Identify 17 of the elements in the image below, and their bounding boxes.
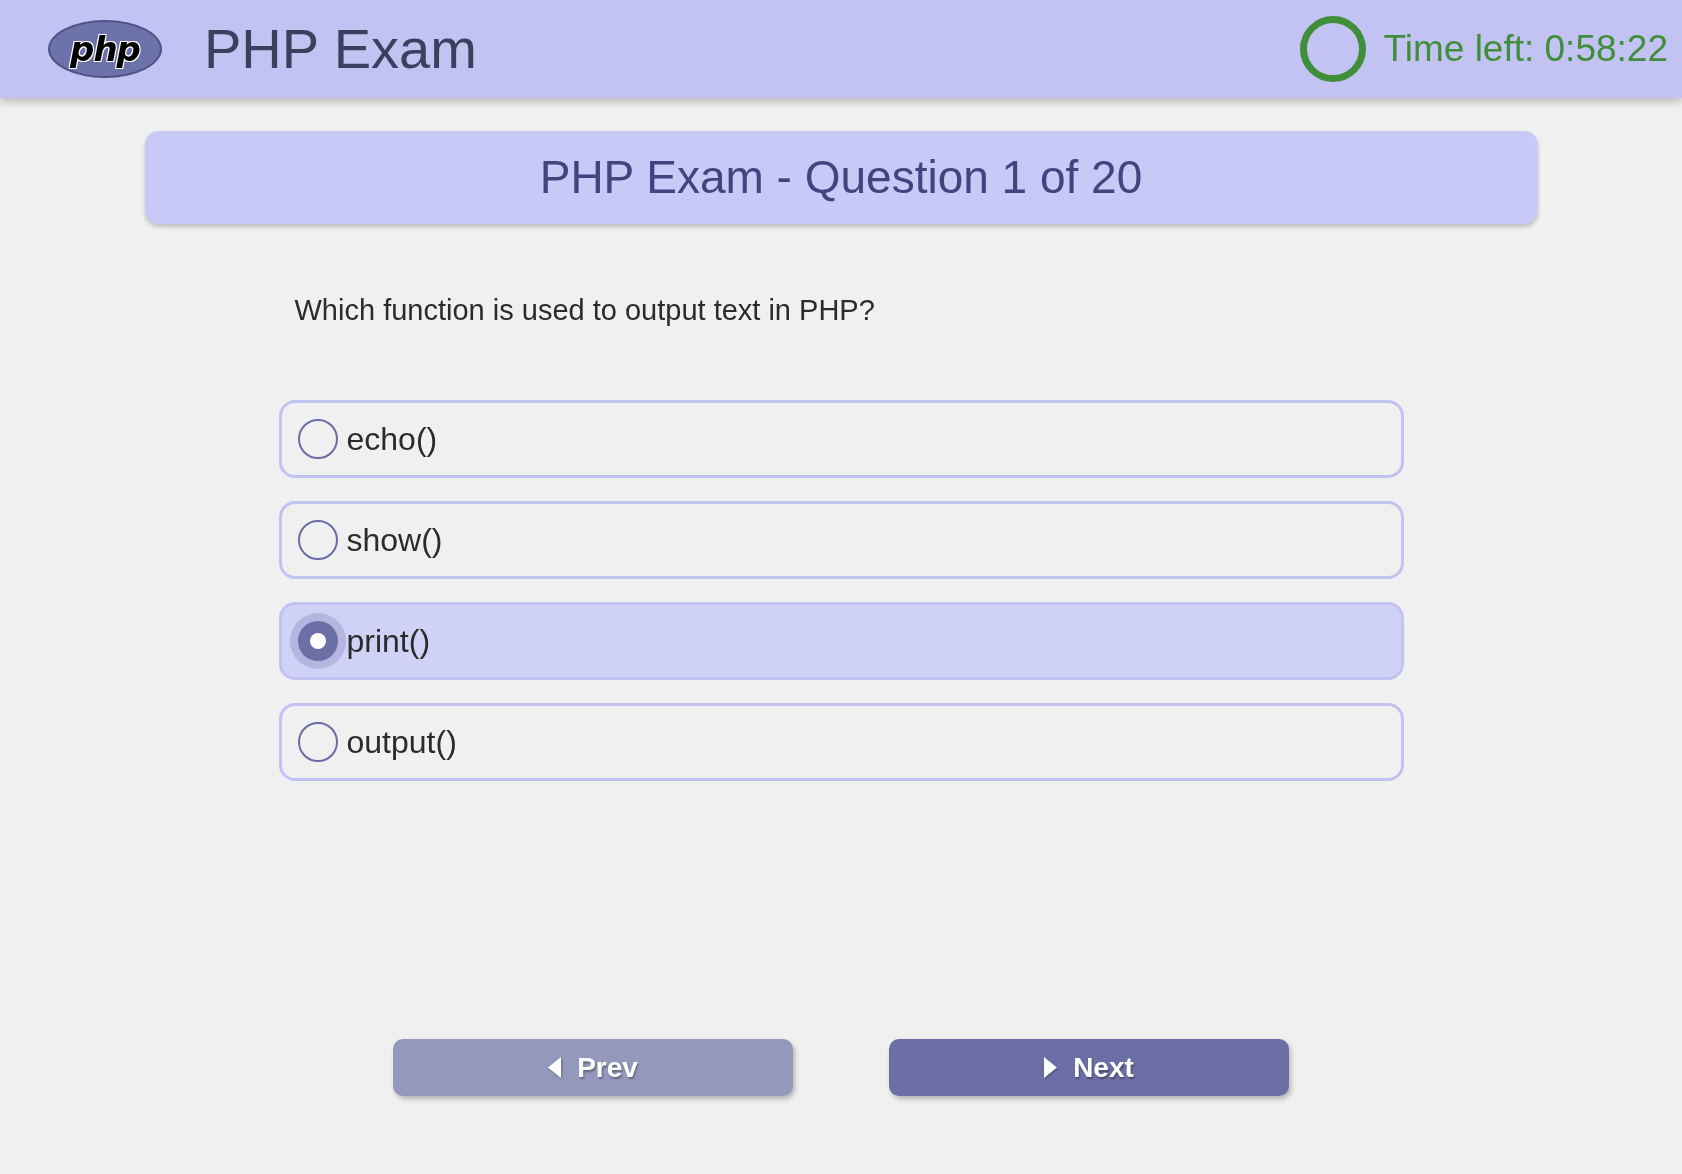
time-left-text: Time left: 0:58:22 bbox=[1383, 28, 1668, 70]
next-button[interactable]: Next bbox=[889, 1039, 1289, 1096]
logo: php bbox=[48, 20, 162, 78]
answer-option[interactable]: echo() bbox=[278, 400, 1404, 478]
answer-option[interactable]: print() bbox=[278, 602, 1404, 680]
radio-button-icon[interactable] bbox=[289, 613, 346, 669]
app-title: PHP Exam bbox=[204, 21, 477, 77]
triangle-left-icon bbox=[548, 1057, 562, 1078]
answer-option[interactable]: output() bbox=[278, 703, 1404, 781]
answer-option[interactable]: show() bbox=[278, 501, 1404, 579]
radio-button-icon[interactable] bbox=[297, 419, 338, 459]
radio-button-icon[interactable] bbox=[297, 722, 338, 762]
radio-button-icon[interactable] bbox=[297, 520, 338, 560]
question-text: Which function is used to output text in PHP? bbox=[294, 293, 876, 328]
triangle-right-icon bbox=[1044, 1057, 1058, 1078]
ring-icon bbox=[1299, 16, 1366, 82]
question-header-title: PHP Exam - Question 1 of 20 bbox=[539, 152, 1143, 203]
